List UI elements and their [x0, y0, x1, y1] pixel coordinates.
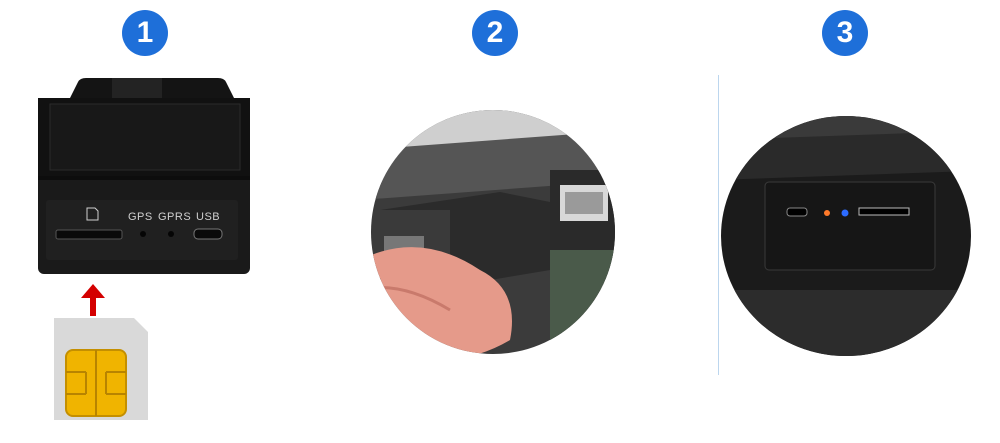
step-2-badge: 2	[472, 10, 518, 56]
step-3-badge: 3	[822, 10, 868, 56]
gprs-led	[168, 231, 174, 237]
usb-label: USB	[196, 211, 220, 223]
installed-illustration	[721, 116, 971, 356]
step-1-device-and-sim: GPS GPRS USB	[0, 60, 330, 438]
sim-card	[54, 318, 148, 420]
installed-usb-port	[786, 207, 808, 217]
sim-slot	[55, 229, 123, 240]
plug-in-illustration	[371, 110, 615, 354]
insert-arrow-icon	[81, 284, 105, 316]
step-2-plug-in-photo	[360, 110, 630, 370]
blue-led	[841, 209, 849, 217]
step-1-badge: 1	[122, 10, 168, 56]
installed-device	[764, 181, 936, 271]
gps-led	[140, 231, 146, 237]
device-illustration: GPS GPRS USB	[38, 78, 250, 420]
gprs-label: GPRS	[158, 211, 191, 223]
usb-port	[193, 228, 223, 240]
installed-sim-slot	[858, 207, 910, 216]
orange-led	[824, 210, 830, 216]
step-3-installed-photo	[715, 70, 1000, 380]
gps-label: GPS	[128, 211, 153, 223]
